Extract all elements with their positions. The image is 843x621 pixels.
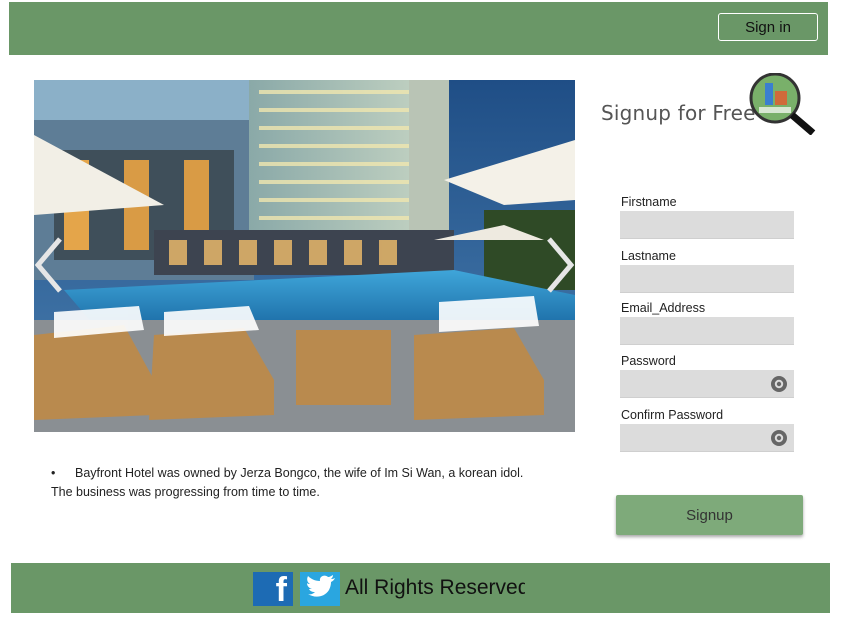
signup-button[interactable]: Signup bbox=[616, 495, 803, 535]
facebook-glyph: f bbox=[275, 571, 287, 609]
eye-icon[interactable] bbox=[770, 430, 788, 446]
confirm-password-field[interactable] bbox=[620, 424, 794, 452]
hotel-description: • Bayfront Hotel was owned by Jerza Bongc… bbox=[51, 464, 571, 502]
email-label: Email_Address bbox=[621, 301, 706, 315]
facebook-icon[interactable]: f bbox=[253, 571, 293, 609]
twitter-bird-icon bbox=[307, 575, 335, 597]
bullet: • bbox=[51, 466, 56, 480]
firstname-field[interactable] bbox=[620, 211, 794, 239]
site-logo-magnifier-icon bbox=[749, 73, 816, 135]
copyright-text: All Rights Reserved bbox=[345, 576, 525, 599]
lastname-field[interactable] bbox=[620, 265, 794, 293]
header-bar: Sign in bbox=[9, 2, 828, 55]
password-label: Password bbox=[621, 354, 676, 368]
description-line-1: Bayfront Hotel was owned by Jerza Bongco… bbox=[75, 466, 524, 480]
firstname-label: Firstname bbox=[621, 195, 677, 209]
twitter-icon[interactable] bbox=[300, 572, 340, 606]
hotel-pool-image bbox=[34, 80, 575, 432]
chevron-left-icon[interactable] bbox=[34, 235, 70, 295]
sign-in-button[interactable]: Sign in bbox=[718, 13, 818, 41]
confirm-password-label: Confirm Password bbox=[621, 408, 724, 422]
eye-icon[interactable] bbox=[770, 376, 788, 392]
hotel-image-carousel[interactable] bbox=[34, 80, 575, 432]
lastname-label: Lastname bbox=[621, 249, 676, 263]
description-line-2: The business was progressing from time t… bbox=[51, 485, 320, 499]
footer-bar: f All Rights Reserved bbox=[11, 563, 830, 613]
chevron-right-icon[interactable] bbox=[539, 235, 575, 295]
password-field[interactable] bbox=[620, 370, 794, 398]
email-field[interactable] bbox=[620, 317, 794, 345]
signup-title: Signup for Free bbox=[601, 101, 756, 125]
